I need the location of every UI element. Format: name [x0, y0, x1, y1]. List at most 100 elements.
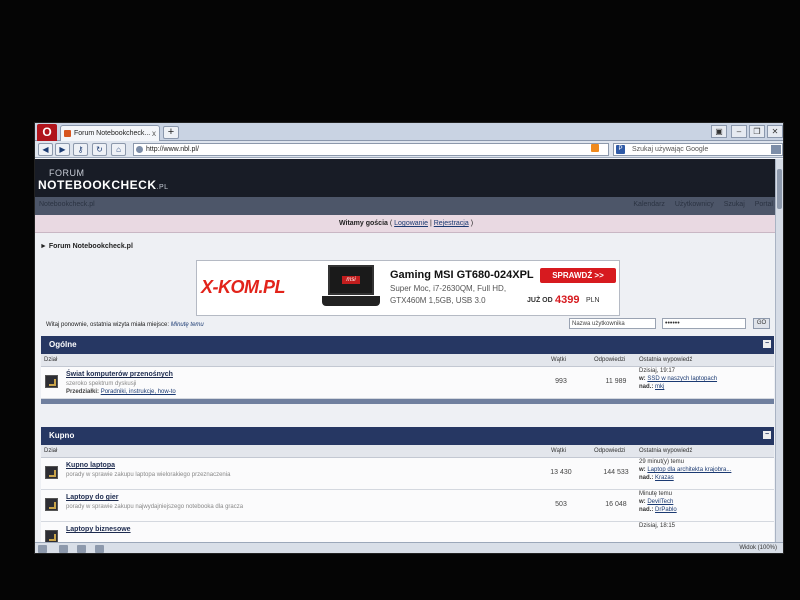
last-post-time: 29 minut(y) temu — [639, 459, 685, 465]
col-posts: Odpowiedzi — [594, 357, 626, 363]
last-post-prefix: w: — [639, 467, 646, 473]
home-icon[interactable]: ⌂ — [111, 143, 126, 156]
globe-icon — [136, 146, 143, 153]
column-headers: Dział Wątki Odpowiedzi Ostatnia wypowied… — [41, 445, 774, 458]
browser-window: O Forum Notebookcheck... x + ▣ – ❐ ✕ ◀ ▶… — [34, 122, 784, 554]
nav-links: Kalendarz Użytkownicy Szukaj Portal — [625, 201, 773, 208]
search-go-icon[interactable] — [771, 145, 781, 154]
last-post: Dzisiaj, 18:15 — [639, 522, 675, 530]
last-post-thread[interactable]: Laptop dla architekta krajobra... — [647, 467, 731, 473]
back-icon[interactable]: ◀ — [38, 143, 53, 156]
forum-name[interactable]: Laptopy biznesowe — [66, 526, 131, 533]
forum-subforums: Przedziałki: Poradniki, instrukcje, how-… — [66, 389, 176, 395]
welcome-paren-close: ) — [468, 220, 474, 227]
last-post: Dzisiaj, 19:17 w: SSD w naszych laptopac… — [639, 367, 717, 391]
forum-name[interactable]: Laptopy do gier — [66, 494, 119, 501]
col-topics: Wątki — [551, 448, 566, 454]
last-post-time: Dzisiaj, 18:15 — [639, 523, 676, 529]
posts-count: 144 533 — [603, 469, 629, 476]
forum-icon — [45, 530, 58, 542]
breadcrumb-home[interactable]: Notebookcheck.pl — [39, 201, 95, 208]
forum-row: Kupno laptopa porady w sprawie zakupu la… — [41, 458, 774, 490]
col-posts: Odpowiedzi — [594, 448, 626, 454]
address-toolbar: ◀ ▶ ⚷ ↻ ⌂ http://www.nbl.pl/ P Szukaj uż… — [35, 141, 783, 158]
ad-specs: Super Moc, i7-2630QM, Full HD, GTX460M 1… — [390, 284, 507, 305]
new-tab-button[interactable]: + — [163, 126, 179, 139]
last-post-thread[interactable]: SSD w naszych laptopach — [647, 376, 717, 382]
col-topics: Wątki — [551, 357, 566, 363]
logo-main-text: NOTEBOOKCHECK — [38, 178, 157, 192]
forward-icon[interactable]: ▶ — [55, 143, 70, 156]
laptop-base — [322, 296, 380, 306]
key-icon[interactable]: ⚷ — [73, 143, 88, 156]
images-icon[interactable] — [95, 545, 104, 553]
forum-row: Laptopy biznesowe Dzisiaj, 18:15 — [41, 522, 774, 542]
vertical-scrollbar[interactable] — [775, 159, 783, 542]
category-header: Kupno − — [41, 427, 774, 445]
register-link[interactable]: Rejestracja — [434, 220, 469, 227]
nav-link-users[interactable]: Użytkownicy — [675, 201, 714, 208]
site-logo[interactable]: NOTEBOOKCHECK.PL — [38, 178, 169, 192]
forum-breadcrumb[interactable]: ► Forum Notebookcheck.pl — [40, 243, 133, 250]
laptop-lid: msi — [328, 265, 374, 295]
ad-price-label: JUŻ OD — [527, 297, 553, 304]
opera-menu-button[interactable]: O — [37, 124, 57, 141]
minimize-icon[interactable]: – — [731, 125, 747, 138]
nav-link-calendar[interactable]: Kalendarz — [633, 201, 665, 208]
forum-name[interactable]: Świat komputerów przenośnych — [66, 371, 173, 378]
last-post-user[interactable]: Krazas — [655, 475, 674, 481]
restore-icon[interactable]: ❐ — [749, 125, 765, 138]
unite-icon[interactable] — [77, 545, 86, 553]
forum-row: Laptopy do gier porady w sprawie zakupu … — [41, 490, 774, 522]
collapse-icon[interactable]: − — [763, 340, 771, 348]
last-post-by-label: nad.: — [639, 384, 654, 390]
forum-row: Świat komputerów przenośnych szeroko spe… — [41, 367, 774, 399]
welcome-text: Witamy gościa — [338, 220, 388, 227]
favicon-icon — [64, 130, 71, 137]
scrollbar-thumb[interactable] — [777, 169, 782, 209]
last-visit-label: Witaj ponownie, ostatnia wizyta miała mi… — [46, 322, 170, 328]
tab-forum-notebookcheck[interactable]: Forum Notebookcheck... x — [60, 125, 160, 141]
xkom-logo: X-KOM.PL — [201, 277, 286, 298]
url-text: http://www.nbl.pl/ — [146, 146, 199, 153]
forum-desc: szeroko spektrum dyskusji — [66, 381, 137, 387]
xkom-ad-banner[interactable]: X-KOM.PL msi Gaming MSI GT680-024XPL Sup… — [196, 260, 620, 316]
last-post-thread[interactable]: DevilTech — [647, 499, 673, 505]
ad-title: Gaming MSI GT680-024XPL — [390, 269, 534, 281]
nav-link-portal[interactable]: Portal — [755, 201, 773, 208]
close-tab-icon[interactable]: x — [152, 126, 156, 141]
url-field[interactable]: http://www.nbl.pl/ — [133, 143, 609, 156]
ad-check-button[interactable]: SPRAWDŹ >> — [540, 268, 616, 283]
zoom-level[interactable]: Widok (100%) — [739, 545, 777, 551]
collapse-icon[interactable]: − — [763, 431, 771, 439]
col-forum: Dział — [44, 357, 58, 363]
topics-count: 503 — [555, 501, 567, 508]
nav-link-search[interactable]: Szukaj — [724, 201, 745, 208]
category-header: Ogólne − — [41, 336, 774, 354]
site-header: FORUM NOTEBOOKCHECK.PL — [35, 159, 777, 197]
subforum-link[interactable]: Poradniki, instrukcje, how-to — [101, 389, 176, 395]
login-link[interactable]: Logowanie — [394, 220, 428, 227]
username-input[interactable]: Nazwa użytkownika — [569, 318, 656, 329]
forum-icon — [45, 375, 58, 388]
welcome-bar: Witamy gościa ( Logowanie | Rejestracja … — [35, 215, 777, 233]
reload-icon[interactable]: ↻ — [92, 143, 107, 156]
category-title[interactable]: Kupno — [49, 431, 74, 440]
logo-suffix: .PL — [156, 184, 169, 191]
category-title[interactable]: Ogólne — [49, 340, 77, 349]
close-window-icon[interactable]: ✕ — [767, 125, 783, 138]
last-post: 29 minut(y) temu w: Laptop dla architekt… — [639, 458, 731, 482]
turbo-icon[interactable] — [59, 545, 68, 553]
forum-name[interactable]: Kupno laptopa — [66, 462, 115, 469]
panel-toggle-icon[interactable] — [38, 545, 47, 553]
last-post-user[interactable]: mkj — [655, 384, 664, 390]
search-engine-icon[interactable]: P — [616, 145, 625, 154]
forum-icon — [45, 498, 58, 511]
login-go-button[interactable]: GO — [753, 318, 770, 329]
search-field[interactable]: P Szukaj używając Google — [613, 143, 783, 156]
password-input[interactable]: •••••• — [662, 318, 746, 329]
last-post-by-label: nad.: — [639, 507, 654, 513]
last-post-user[interactable]: DrPablo — [655, 507, 677, 513]
panel-icon[interactable]: ▣ — [711, 125, 727, 138]
rss-icon[interactable] — [591, 144, 599, 152]
